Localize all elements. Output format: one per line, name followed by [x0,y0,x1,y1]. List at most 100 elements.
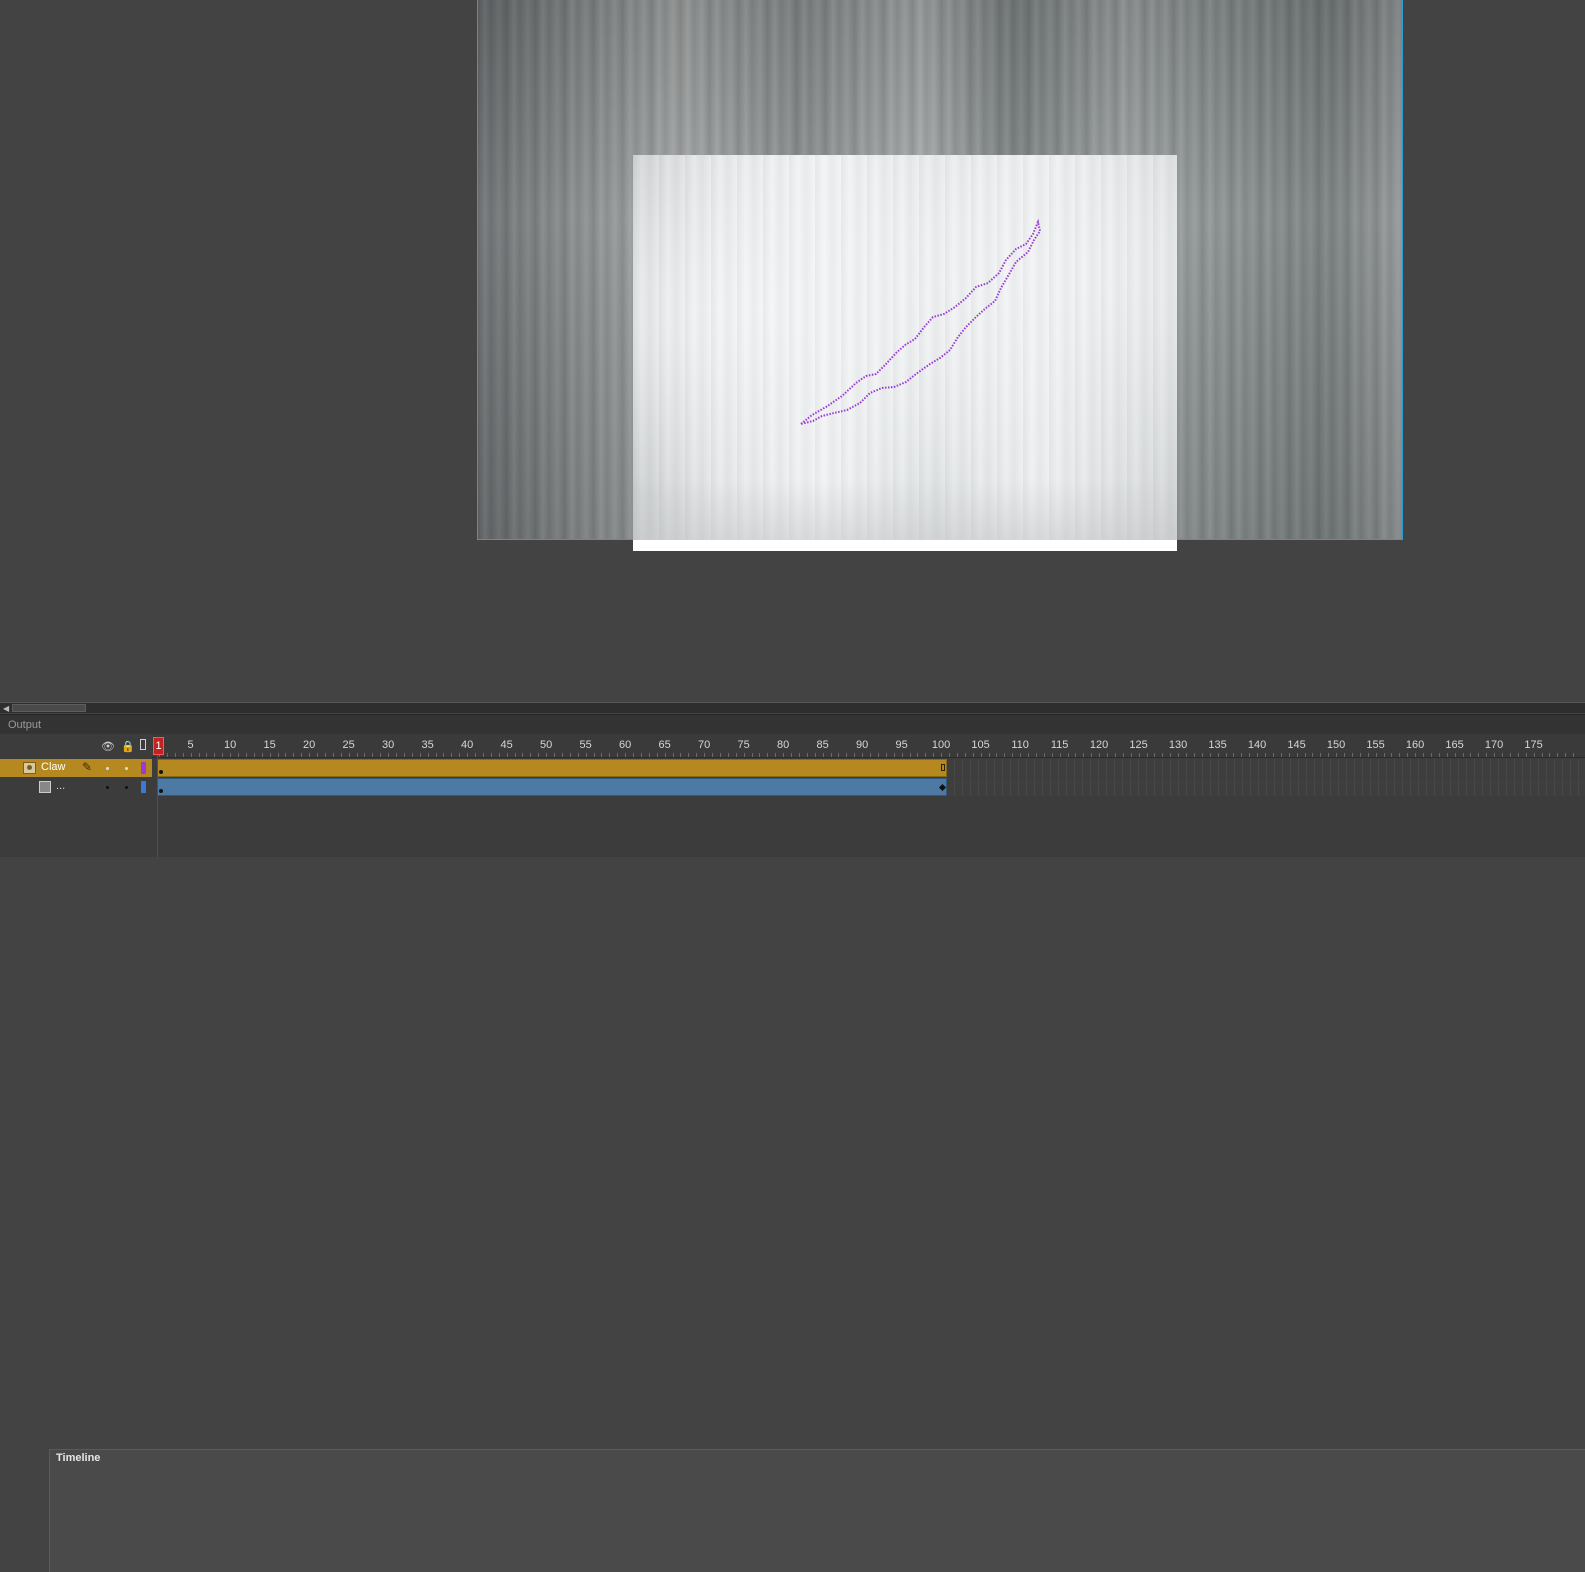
timeline-empty-area[interactable] [0,797,1585,857]
lock-dot[interactable] [125,786,128,789]
stage-area[interactable] [0,0,1585,702]
lock-icon[interactable]: 🔒 [121,740,135,753]
ruler-tick [522,753,524,757]
ruler-label: 160 [1405,739,1425,751]
ruler-tick [885,753,887,757]
ruler-label: 25 [342,739,355,751]
ruler-tick [285,753,287,757]
ruler-tick [1296,753,1298,757]
layer-name[interactable]: ... [56,780,65,792]
ruler-label: 10 [223,739,237,751]
ruler-tick [1549,753,1551,757]
keyframe-start[interactable] [159,789,163,793]
ruler-label: 60 [618,739,632,751]
ruler-tick [301,753,303,757]
ruler-tick [988,753,990,757]
ruler-tick [1312,753,1314,757]
ruler-tick [1344,753,1345,757]
ruler-tick [451,753,453,757]
ruler-label: 85 [816,739,829,751]
ruler-tick [688,753,690,757]
ruler-tick [814,753,816,757]
ruler-tick [269,753,271,757]
ruler-label: 145 [1287,739,1306,751]
ruler-tick [1367,753,1369,757]
ruler-tick [190,753,192,757]
ruler-tick [901,753,903,757]
layer-color-swatch[interactable] [141,781,146,793]
ruler-tick [1454,753,1456,757]
ruler-tick [1265,753,1266,757]
ruler-tick [870,753,871,757]
tab-output[interactable]: Output [2,717,47,734]
ruler-tick [1122,753,1124,757]
ruler-tick [356,753,358,757]
ruler-tick [1391,753,1393,757]
ruler-tick [941,753,943,757]
ruler-tick [1059,753,1061,757]
ruler-tick [798,753,800,757]
ruler-tick [625,753,627,757]
ruler-tick [214,753,216,757]
ruler-tick [546,753,548,757]
ruler-tick [293,753,295,757]
layer-name-cell[interactable]: Claw ✎ [0,759,152,777]
ruler-tick [854,753,856,757]
keyframe-end[interactable] [941,764,945,771]
eye-icon[interactable]: 👁 [101,740,115,753]
layer-row-guide[interactable]: ... [0,778,1585,796]
empty-frames[interactable] [947,778,1585,796]
tab-timeline[interactable]: Timeline [49,1449,1585,1572]
scrollbar-thumb[interactable] [12,704,86,712]
ruler-tick [174,753,176,757]
empty-frames[interactable] [947,759,1585,777]
ruler-tick [1099,753,1101,757]
ruler-tick [1430,753,1432,757]
ruler-tick [419,753,421,757]
ruler-tick [459,753,461,757]
claw-frame-span[interactable] [157,759,947,777]
scroll-left-arrow-icon[interactable]: ◀ [3,704,9,713]
ruler-label: 90 [855,739,869,751]
guide-frame-span[interactable] [157,778,947,796]
ruler-label: 165 [1445,739,1464,751]
ruler-tick [767,753,769,757]
visibility-dot[interactable] [106,786,109,789]
playhead[interactable]: 1 [153,737,164,755]
ruler-tick [933,753,935,757]
ruler-tick [1399,753,1401,757]
ruler-tick [1541,753,1543,757]
ruler-tick [1170,753,1172,757]
stage-horizontal-scrollbar[interactable]: ◀ [0,702,1585,713]
ruler-tick [380,753,382,757]
keyframe-start[interactable] [159,770,163,774]
outline-icon[interactable] [140,739,146,750]
visibility-dot[interactable] [106,767,109,770]
layer-header: 👁 🔒 [0,734,152,758]
ruler-tick [956,753,958,757]
ruler-tick [206,753,208,757]
layer-color-swatch[interactable] [141,762,146,774]
ruler-tick [1217,753,1219,757]
ruler-tick [198,753,200,757]
ruler-tick [1201,753,1203,757]
ruler-label: 5 [187,739,194,751]
layer-row-claw[interactable]: Claw ✎ [0,759,1585,777]
ruler-tick [775,753,777,757]
bitmap-symbol[interactable] [633,155,1177,551]
frame-ruler[interactable]: 5 10 15 20 25 30 35 40 45 50 55 60 65 70 75 80 85 90 95 100… [152,734,1585,758]
ruler-label: 40 [460,739,474,751]
ruler-tick [949,753,950,757]
ruler-tick [490,753,492,757]
lock-dot[interactable] [125,767,128,770]
ruler-tick [727,753,729,757]
ruler-tick [917,753,919,757]
ruler-tick [435,753,437,757]
ruler-tick [1478,753,1480,757]
ruler-tick [1075,753,1077,757]
ruler-label: 140 [1247,739,1267,751]
ruler-tick [783,753,785,757]
ruler-tick [1051,753,1053,757]
layer-name-cell[interactable]: ... [0,778,152,796]
layer-name[interactable]: Claw [41,761,65,773]
